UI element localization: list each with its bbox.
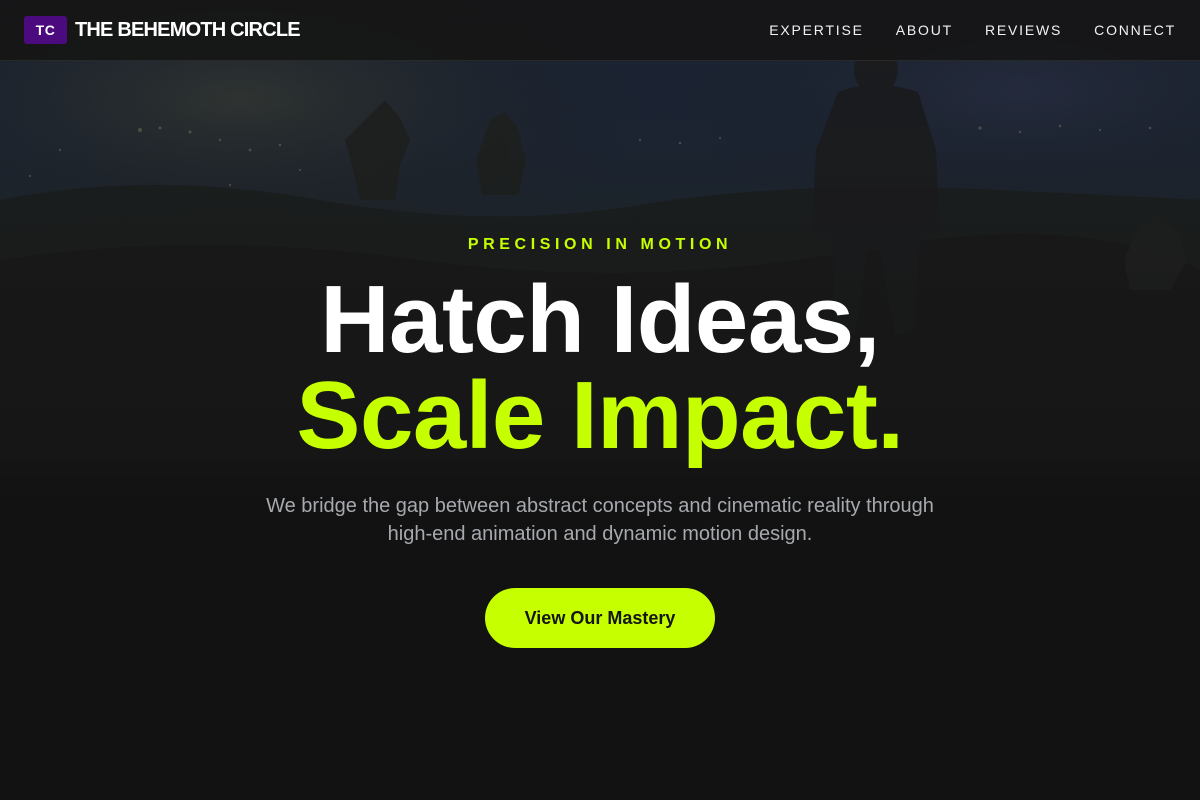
hero-section: PRECISION IN MOTION Hatch Ideas, Scale I… [0,61,1200,800]
brand-logo-link[interactable]: TC THE BEHEMOTH CIRCLE [24,16,301,44]
view-mastery-button[interactable]: View Our Mastery [485,588,715,648]
hero-eyebrow: PRECISION IN MOTION [467,236,733,253]
brand-name: THE BEHEMOTH CIRCLE [75,18,301,41]
hero-subtitle: We bridge the gap between abstract conce… [266,495,934,545]
nav-link-about[interactable]: ABOUT [896,22,953,38]
headline-line-2: Scale Impact. [296,362,904,469]
nav-link-reviews[interactable]: REVIEWS [985,22,1062,38]
hero-headline: Hatch Ideas, Scale Impact. [296,266,904,469]
logo-mark: TC [24,16,67,44]
nav-link-connect[interactable]: CONNECT [1094,22,1176,38]
headline-line-1: Hatch Ideas, [320,266,880,373]
nav-link-expertise[interactable]: EXPERTISE [769,22,864,38]
main-nav: EXPERTISE ABOUT REVIEWS CONNECT [769,22,1176,38]
site-header: TC THE BEHEMOTH CIRCLE EXPERTISE ABOUT R… [0,0,1200,61]
